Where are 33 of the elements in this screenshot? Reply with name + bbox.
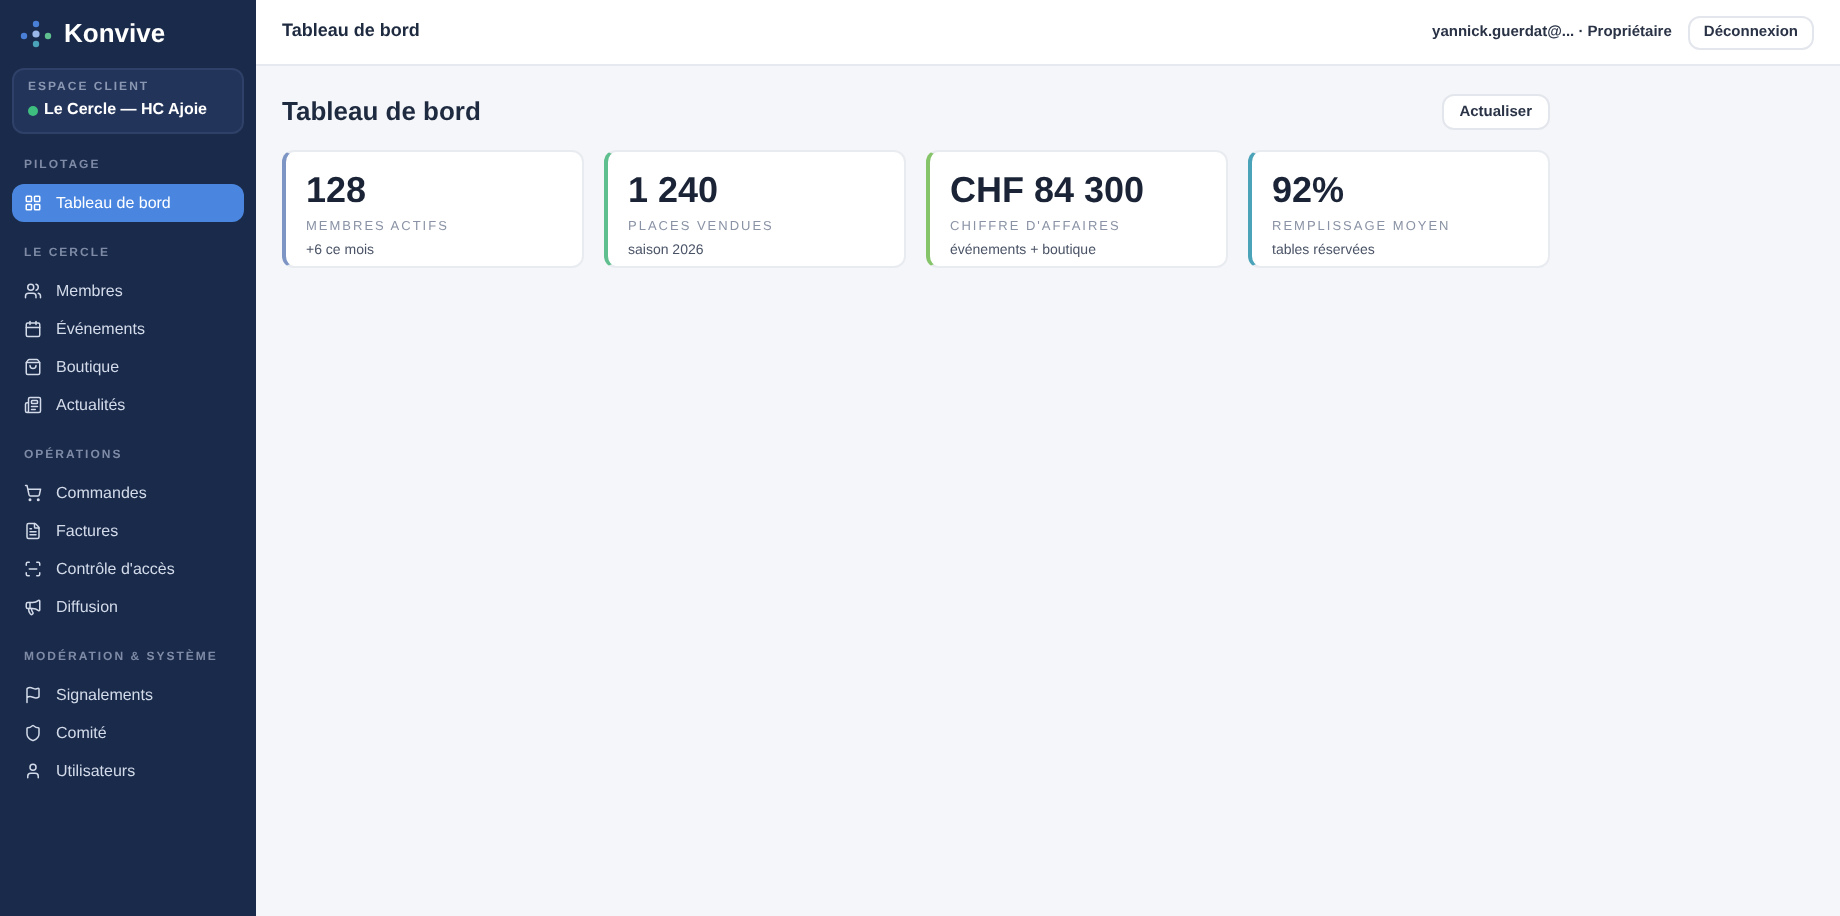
workspace-name: Le Cercle — HC Ajoie	[44, 98, 208, 122]
megaphone-icon	[24, 598, 42, 616]
page-title: Tableau de bord	[282, 94, 481, 130]
user-icon	[24, 762, 42, 780]
nav-item[interactable]: Membres	[12, 272, 244, 310]
header-title: Tableau de bord	[282, 18, 420, 45]
nav-item[interactable]: Diffusion	[12, 588, 244, 626]
nav-item[interactable]: Contrôle d'accès	[12, 550, 244, 588]
shield-icon	[24, 724, 42, 742]
bag-icon	[24, 358, 42, 376]
stat-value: 1 240	[628, 167, 721, 211]
nav-item[interactable]: Événements	[12, 310, 244, 348]
cart-icon	[24, 484, 42, 502]
newspaper-icon	[24, 396, 42, 414]
nav-item[interactable]: Comité	[12, 714, 244, 752]
users-icon	[24, 282, 42, 300]
nav-item[interactable]: Factures	[12, 512, 244, 550]
nav-item[interactable]: Signalements	[12, 676, 244, 714]
scan-icon	[24, 560, 42, 578]
nav-item[interactable]: Utilisateurs	[12, 752, 244, 790]
stat-value: 128	[306, 167, 369, 211]
nav-item[interactable]: Boutique	[12, 348, 244, 386]
brand-name: Konvive	[64, 16, 166, 53]
nav-item[interactable]: Tableau de bord	[12, 184, 244, 222]
stat-value: 92%	[1272, 167, 1347, 211]
document-icon	[24, 522, 42, 540]
stat-value: CHF 84 300	[950, 167, 1147, 211]
nav-item[interactable]: Actualités	[12, 386, 244, 424]
grid-icon	[24, 194, 42, 212]
nav-item[interactable]: Commandes	[12, 474, 244, 512]
flag-icon	[24, 686, 42, 704]
logo-icon	[20, 20, 52, 48]
calendar-icon	[24, 320, 42, 338]
